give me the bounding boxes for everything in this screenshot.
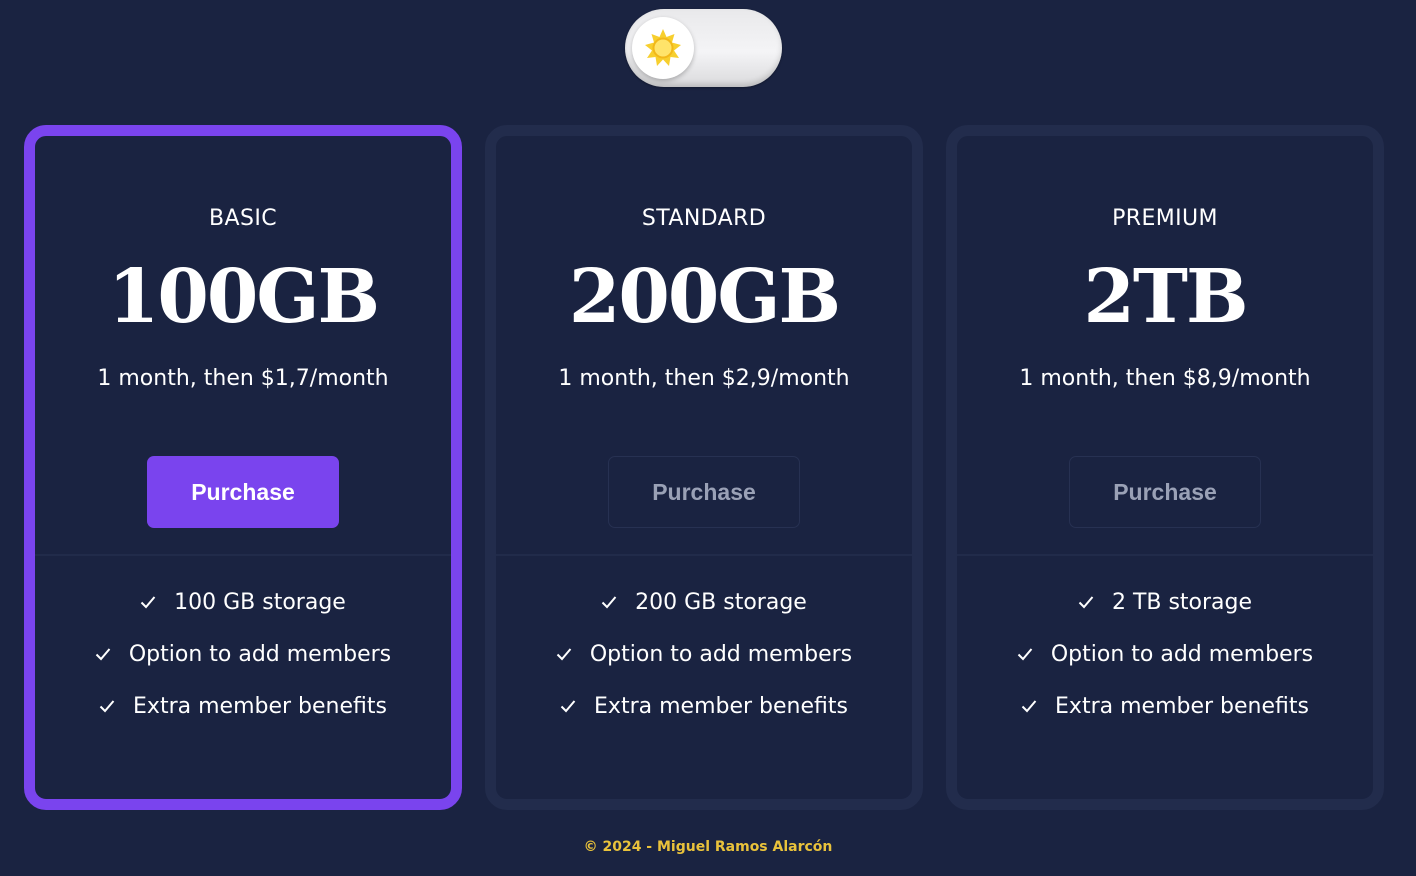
feature-label: Extra member benefits: [1055, 693, 1309, 719]
feature-item: Option to add members: [957, 628, 1373, 680]
feature-item: 200 GB storage: [496, 576, 912, 628]
plan-card-standard: STANDARD 200GB 1 month, then $2,9/month …: [485, 125, 923, 810]
feature-label: 2 TB storage: [1111, 589, 1253, 615]
plan-capacity: 2TB: [1083, 254, 1248, 340]
footer-copyright: © 2024 - Miguel Ramos Alarcón: [583, 839, 833, 855]
check-icon: [1078, 595, 1098, 609]
plan-card-premium: PREMIUM 2TB 1 month, then $8,9/month Pur…: [946, 125, 1384, 810]
feature-label: Option to add members: [1050, 641, 1314, 667]
feature-item: Extra member benefits: [496, 680, 912, 732]
feature-item: Extra member benefits: [957, 680, 1373, 732]
plan-card-basic: BASIC 100GB 1 month, then $1,7/month Pur…: [24, 125, 462, 810]
feature-label: Option to add members: [128, 641, 392, 667]
plan-name: PREMIUM: [1112, 206, 1218, 231]
feature-item: 2 TB storage: [957, 576, 1373, 628]
feature-label: 100 GB storage: [174, 589, 346, 615]
check-icon: [601, 595, 621, 609]
check-icon: [556, 647, 576, 661]
divider: [35, 554, 451, 556]
check-icon: [1017, 647, 1037, 661]
plan-name: STANDARD: [641, 206, 767, 231]
feature-item: Option to add members: [496, 628, 912, 680]
plan-card-header: BASIC 100GB 1 month, then $1,7/month Pur…: [35, 136, 451, 554]
check-icon: [1021, 699, 1041, 713]
feature-label: Option to add members: [589, 641, 853, 667]
plan-price: 1 month, then $1,7/month: [97, 366, 389, 391]
plan-price: 1 month, then $2,9/month: [558, 366, 850, 391]
plan-price: 1 month, then $8,9/month: [1019, 366, 1311, 391]
plan-card-header: STANDARD 200GB 1 month, then $2,9/month …: [496, 136, 912, 554]
plan-cards: BASIC 100GB 1 month, then $1,7/month Pur…: [0, 0, 1416, 876]
check-icon: [99, 699, 119, 713]
pricing-page: BASIC 100GB 1 month, then $1,7/month Pur…: [0, 0, 1416, 876]
feature-label: 200 GB storage: [635, 589, 807, 615]
check-icon: [95, 647, 115, 661]
purchase-button-standard[interactable]: Purchase: [608, 456, 800, 528]
feature-list: 100 GB storage Option to add members Ext…: [35, 576, 451, 732]
feature-list: 200 GB storage Option to add members Ext…: [496, 576, 912, 732]
check-icon: [560, 699, 580, 713]
purchase-button-basic[interactable]: Purchase: [147, 456, 339, 528]
purchase-button-premium[interactable]: Purchase: [1069, 456, 1261, 528]
plan-name: BASIC: [209, 206, 277, 231]
feature-label: Extra member benefits: [133, 693, 387, 719]
plan-card-header: PREMIUM 2TB 1 month, then $8,9/month Pur…: [957, 136, 1373, 554]
divider: [496, 554, 912, 556]
feature-list: 2 TB storage Option to add members Extra…: [957, 576, 1373, 732]
feature-item: Option to add members: [35, 628, 451, 680]
plan-capacity: 200GB: [568, 254, 841, 340]
plan-capacity: 100GB: [107, 254, 380, 340]
feature-label: Extra member benefits: [594, 693, 848, 719]
check-icon: [140, 595, 160, 609]
divider: [957, 554, 1373, 556]
feature-item: 100 GB storage: [35, 576, 451, 628]
feature-item: Extra member benefits: [35, 680, 451, 732]
